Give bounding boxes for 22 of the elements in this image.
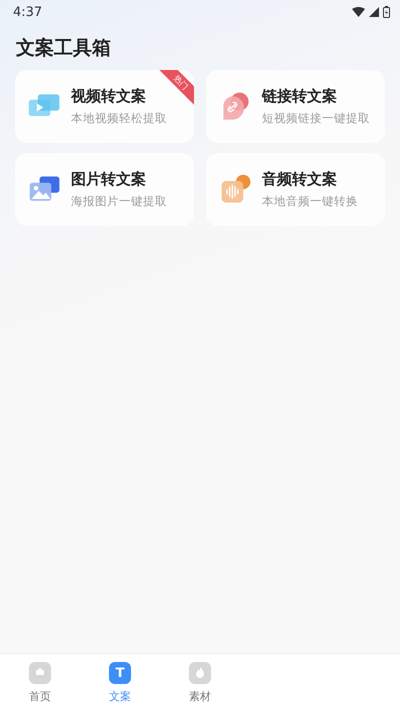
tool-title: 音频转文案 (262, 170, 338, 189)
flame-icon (189, 662, 211, 684)
status-time: 4:37 (13, 4, 42, 20)
nav-tab[interactable]: 素材 (160, 654, 240, 712)
home-icon (29, 662, 51, 684)
tool-subtitle: 本地视频轻松提取 (71, 111, 167, 126)
tool-subtitle: 短视频链接一键提取 (262, 111, 370, 126)
nav-tab[interactable]: 首页 (0, 654, 80, 712)
tool-card[interactable]: 视频转文案 本地视频轻松提取 热门 (15, 70, 194, 143)
tool-title: 链接转文案 (262, 87, 338, 106)
tool-card[interactable]: 链接转文案 短视频链接一键提取 (206, 70, 385, 143)
tool-title: 图片转文案 (71, 170, 147, 189)
signal-icon (369, 7, 379, 17)
wifi-icon (352, 7, 365, 17)
tool-card[interactable]: 音频转文案 本地音频一键转换 (206, 153, 385, 226)
page-title: 文案工具箱 (16, 36, 112, 61)
tool-subtitle: 海报图片一键提取 (71, 194, 167, 209)
battery-icon (383, 6, 390, 18)
tool-title: 视频转文案 (71, 87, 147, 106)
tool-subtitle: 本地音频一键转换 (262, 194, 358, 209)
text-icon: T (109, 662, 131, 684)
tool-card[interactable]: 图片转文案 海报图片一键提取 (15, 153, 194, 226)
